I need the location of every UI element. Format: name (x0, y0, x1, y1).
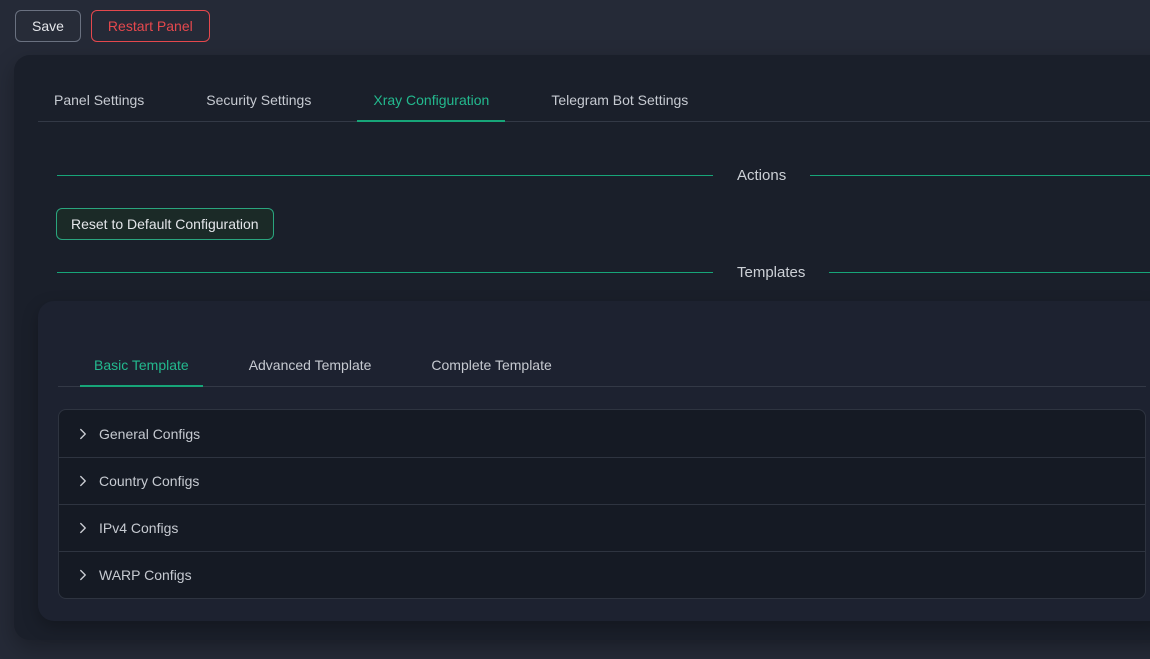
save-button[interactable]: Save (15, 10, 81, 42)
chevron-right-icon (77, 428, 89, 440)
actions-divider: Actions (57, 165, 1150, 185)
collapse-header-label: WARP Configs (99, 567, 192, 583)
actions-divider-label: Actions (737, 167, 786, 184)
reset-default-config-button[interactable]: Reset to Default Configuration (56, 208, 274, 240)
topbar: Save Restart Panel (0, 0, 1150, 52)
tab-complete-template[interactable]: Complete Template (417, 344, 565, 386)
template-tabbar: Basic Template Advanced Template Complet… (58, 344, 1146, 387)
config-collapse-list: General Configs Country Configs IPv4 Con… (58, 409, 1146, 599)
restart-panel-button[interactable]: Restart Panel (91, 10, 210, 42)
collapse-header-warp-configs[interactable]: WARP Configs (59, 551, 1145, 598)
tab-telegram-bot-settings[interactable]: Telegram Bot Settings (535, 79, 704, 121)
templates-divider: Templates (57, 262, 1150, 282)
collapse-header-label: Country Configs (99, 473, 199, 489)
collapse-header-label: General Configs (99, 426, 200, 442)
collapse-header-label: IPv4 Configs (99, 520, 178, 536)
templates-card: Basic Template Advanced Template Complet… (38, 301, 1150, 621)
divider-line-left (57, 175, 713, 176)
tab-basic-template[interactable]: Basic Template (80, 344, 203, 386)
chevron-right-icon (77, 475, 89, 487)
settings-card: Panel Settings Security Settings Xray Co… (14, 55, 1150, 640)
tab-xray-configuration[interactable]: Xray Configuration (357, 79, 505, 121)
tab-panel-settings[interactable]: Panel Settings (38, 79, 160, 121)
divider-line-right (810, 175, 1150, 176)
collapse-header-general-configs[interactable]: General Configs (59, 410, 1145, 457)
collapse-header-ipv4-configs[interactable]: IPv4 Configs (59, 504, 1145, 551)
tab-security-settings[interactable]: Security Settings (190, 79, 327, 121)
divider-line-left (57, 272, 713, 273)
divider-line-right (829, 272, 1150, 273)
collapse-header-country-configs[interactable]: Country Configs (59, 457, 1145, 504)
chevron-right-icon (77, 522, 89, 534)
templates-divider-label: Templates (737, 264, 805, 281)
chevron-right-icon (77, 569, 89, 581)
settings-tabbar: Panel Settings Security Settings Xray Co… (38, 79, 1150, 122)
tab-advanced-template[interactable]: Advanced Template (235, 344, 386, 386)
